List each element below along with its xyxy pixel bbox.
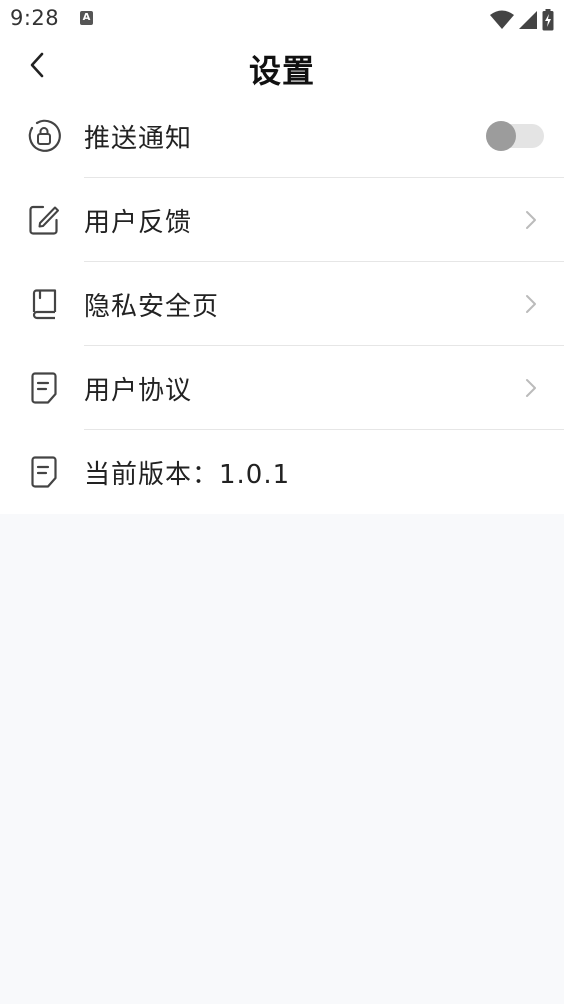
settings-list: 推送通知 用户反馈 隐私安全页 用户协议 当前版本：1.0.1 bbox=[0, 94, 564, 514]
nav-bar: 设置 bbox=[0, 38, 564, 94]
notification-a-icon: A bbox=[80, 11, 93, 25]
wifi-icon bbox=[490, 10, 514, 29]
book-icon bbox=[26, 286, 62, 322]
settings-item-label: 推送通知 bbox=[84, 123, 193, 154]
settings-item-agreement[interactable]: 用户协议 bbox=[0, 346, 564, 430]
settings-item-version: 当前版本：1.0.1 bbox=[0, 430, 564, 514]
signal-icon bbox=[519, 11, 537, 29]
lock-circle-icon bbox=[26, 118, 62, 154]
settings-item-label: 用户协议 bbox=[84, 375, 193, 406]
status-bar: 9:28 A bbox=[0, 0, 564, 38]
page-title: 设置 bbox=[248, 52, 315, 90]
push-notification-toggle[interactable] bbox=[486, 121, 544, 151]
settings-item-label: 隐私安全页 bbox=[84, 291, 220, 322]
status-time: 9:28 bbox=[10, 6, 60, 30]
chevron-right-icon bbox=[524, 210, 538, 230]
chevron-right-icon bbox=[524, 378, 538, 398]
chevron-right-icon bbox=[524, 294, 538, 314]
top-section: 9:28 A 设置 bbox=[0, 0, 564, 94]
edit-icon bbox=[26, 202, 62, 238]
settings-item-push: 推送通知 bbox=[0, 94, 564, 178]
toggle-knob bbox=[486, 121, 516, 151]
document-icon bbox=[26, 370, 62, 406]
settings-item-privacy[interactable]: 隐私安全页 bbox=[0, 262, 564, 346]
status-indicators bbox=[490, 9, 554, 31]
settings-item-feedback[interactable]: 用户反馈 bbox=[0, 178, 564, 262]
document-icon bbox=[26, 454, 62, 490]
settings-item-label: 用户反馈 bbox=[84, 207, 193, 238]
version-label: 当前版本：1.0.1 bbox=[84, 459, 291, 490]
battery-charging-icon bbox=[542, 9, 554, 31]
